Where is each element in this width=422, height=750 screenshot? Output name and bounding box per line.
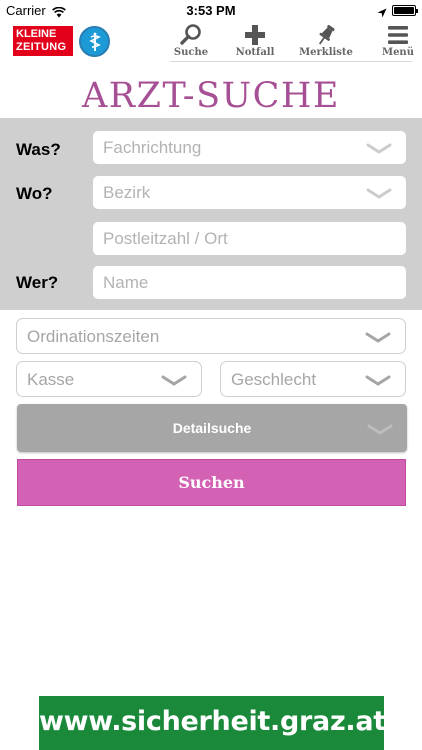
search-icon [159, 23, 223, 47]
wer-label: Wer? [16, 273, 59, 292]
clock: 3:53 PM [186, 3, 236, 18]
nav-suche-label: Suche [173, 47, 209, 58]
fachrichtung-placeholder: Fachrichtung [103, 138, 202, 157]
chevron-down-icon [365, 374, 391, 392]
chevron-down-icon [365, 331, 391, 349]
kasse-label: Kasse [27, 370, 75, 389]
kasse-select[interactable]: Kasse [16, 361, 202, 397]
plus-icon [223, 23, 287, 47]
suchen-label: Suchen [178, 473, 245, 492]
nav-menu[interactable]: Menü [366, 22, 422, 62]
ad-banner[interactable]: www.sicherheit.graz.at [39, 696, 386, 750]
ordinationszeiten-label: Ordinationszeiten [27, 327, 160, 346]
app-header: KLEINE ZEITUNG Suche Notfall Merkliste M… [0, 22, 422, 62]
nav-notfall[interactable]: Notfall [223, 22, 287, 62]
nav-notfall-label: Notfall [235, 47, 275, 58]
chevron-down-icon [366, 187, 392, 205]
was-label: Was? [16, 140, 61, 159]
name-placeholder: Name [103, 273, 149, 292]
bezirk-select[interactable]: Bezirk [93, 176, 406, 209]
medical-caduceus-icon [79, 26, 110, 57]
bezirk-placeholder: Bezirk [103, 183, 151, 202]
status-bar: Carrier 3:53 PM [0, 0, 422, 22]
search-panel: Was? Fachrichtung Wo? Bezirk Postleitzah… [0, 118, 422, 310]
name-input[interactable]: Name [93, 266, 406, 299]
battery-icon [392, 5, 418, 16]
detailsuche-button[interactable]: Detailsuche [17, 404, 407, 452]
chevron-down-icon [366, 142, 392, 160]
nav-merkliste[interactable]: Merkliste [294, 22, 358, 62]
hamburger-icon [366, 23, 422, 47]
nav-menu-label: Menü [382, 47, 414, 58]
chevron-down-icon [367, 423, 393, 441]
nav-suche[interactable]: Suche [159, 22, 223, 62]
geschlecht-label: Geschlecht [231, 370, 317, 389]
geschlecht-select[interactable]: Geschlecht [220, 361, 406, 397]
ordinationszeiten-select[interactable]: Ordinationszeiten [16, 318, 406, 354]
fachrichtung-select[interactable]: Fachrichtung [93, 131, 406, 164]
plz-ort-placeholder: Postleitzahl / Ort [103, 229, 228, 248]
kleine-zeitung-logo[interactable]: KLEINE ZEITUNG [13, 26, 73, 56]
detailsuche-label: Detailsuche [172, 420, 252, 436]
pin-icon [294, 23, 358, 47]
wo-label: Wo? [16, 184, 53, 203]
ad-banner-text: www.sicherheit.graz.at [39, 706, 386, 737]
location-arrow-icon [377, 5, 387, 23]
page-title: ARZT-SUCHE [82, 76, 340, 116]
suchen-button[interactable]: Suchen [17, 459, 406, 506]
chevron-down-icon [161, 374, 187, 392]
nav-merkliste-label: Merkliste [299, 47, 353, 58]
plz-ort-input[interactable]: Postleitzahl / Ort [93, 222, 406, 255]
